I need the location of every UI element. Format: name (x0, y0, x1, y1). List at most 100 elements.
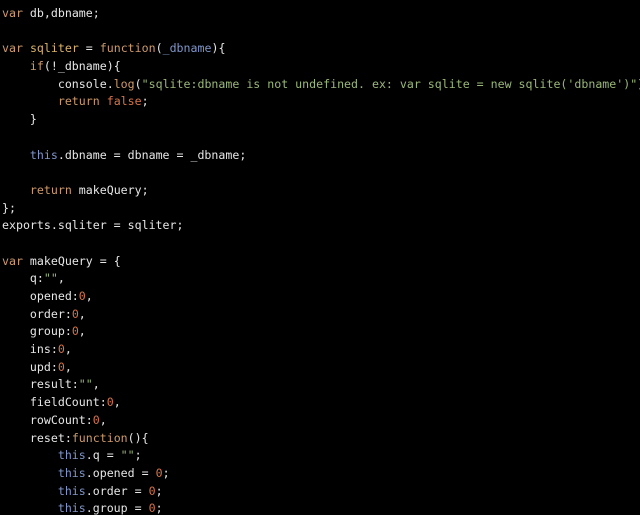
code-token-plain: , (57, 271, 65, 286)
code-line[interactable] (2, 235, 640, 253)
code-token-plain: reset: (2, 430, 72, 445)
code-token-plain: group: (2, 324, 72, 339)
code-line[interactable]: ins:0, (2, 341, 640, 359)
code-token-plain: .group = (85, 501, 149, 515)
code-token-plain: .order = (85, 483, 149, 498)
code-token-plain: makeQuery = { (22, 253, 121, 268)
code-line[interactable]: group:0, (2, 323, 640, 341)
code-token-plain: result: (2, 377, 79, 392)
code-token-plain: (!_dbname){ (43, 59, 121, 74)
code-token-plain: , (78, 306, 86, 321)
code-token-plain: order: (2, 306, 72, 321)
code-line[interactable]: reset:function(){ (2, 430, 640, 448)
code-token-kw: function (99, 41, 156, 56)
code-token-num: 0 (106, 395, 114, 410)
code-token-plain: .q = (85, 448, 121, 463)
code-token-num: 0 (71, 324, 79, 339)
code-line[interactable]: upd:0, (2, 359, 640, 377)
code-line[interactable] (2, 129, 640, 147)
code-token-plain: ( (134, 76, 142, 91)
code-token-kw: log (113, 76, 135, 91)
code-line[interactable]: var db,dbname; (2, 5, 640, 23)
code-token-plain: fieldCount: (2, 395, 107, 410)
code-token-plain: ; (141, 94, 149, 109)
code-editor[interactable]: var db,dbname; var sqliter = function(_d… (0, 0, 640, 515)
code-line[interactable]: return makeQuery; (2, 182, 640, 200)
code-token-kw: function (71, 430, 128, 445)
code-line[interactable]: opened:0, (2, 288, 640, 306)
code-token-plain: ){ (211, 41, 226, 56)
code-token-plain: .dbname = dbname = _dbname; (57, 147, 247, 162)
code-token-fn: sqliter (29, 41, 79, 56)
code-token-plain: } (2, 112, 37, 127)
code-token-num: 0 (148, 483, 156, 498)
code-area[interactable]: var db,dbname; var sqliter = function(_d… (2, 5, 640, 515)
code-token-num: 0 (78, 289, 86, 303)
code-line[interactable]: q:"", (2, 270, 640, 288)
code-token-plain: = (78, 41, 100, 56)
code-line[interactable]: this.opened = 0; (2, 465, 640, 483)
code-token-plain: ; (134, 448, 142, 463)
code-line[interactable]: rowCount:0, (2, 412, 640, 430)
code-line[interactable]: exports.sqliter = sqliter; (2, 217, 640, 235)
code-token-plain: upd: (2, 359, 58, 374)
code-token-this: this (57, 465, 86, 480)
code-token-plain: exports.sqliter = sqliter; (2, 218, 184, 233)
code-token-kw: return (57, 94, 100, 109)
code-line[interactable]: this.q = ""; (2, 447, 640, 465)
code-token-plain: .opened = (85, 465, 156, 480)
code-line[interactable]: result:"", (2, 376, 640, 394)
code-token-plain: ; (155, 501, 163, 515)
code-line[interactable]: var sqliter = function(_dbname){ (2, 40, 640, 58)
code-line[interactable] (2, 23, 640, 41)
code-token-str: "" (43, 271, 58, 286)
code-token-plain: , (64, 359, 72, 374)
code-token-num: 0 (155, 465, 163, 480)
code-line[interactable]: this.group = 0; (2, 500, 640, 515)
code-token-this: this (57, 483, 86, 498)
code-token-str: "" (78, 377, 93, 392)
code-token-plain: , (78, 324, 86, 339)
code-line[interactable]: this.dbname = dbname = _dbname; (2, 147, 640, 165)
code-token-kw: return (29, 182, 72, 197)
code-token-kw: var (2, 253, 23, 268)
code-token-plain: rowCount: (2, 412, 93, 427)
code-line[interactable]: this.order = 0; (2, 483, 640, 501)
code-token-plain: ins: (2, 342, 58, 357)
code-line[interactable]: var makeQuery = { (2, 253, 640, 271)
code-line[interactable]: } (2, 111, 640, 129)
code-token-plain: }; (2, 200, 16, 215)
code-token-plain: , (99, 412, 107, 427)
code-line[interactable]: console.log("sqlite:dbname is not undefi… (2, 76, 640, 94)
code-token-bool: false (106, 94, 142, 109)
code-line[interactable]: order:0, (2, 306, 640, 324)
code-token-this: this (57, 501, 86, 515)
code-token-num: 0 (57, 342, 65, 357)
code-line[interactable]: fieldCount:0, (2, 394, 640, 412)
code-token-plain: , (113, 395, 121, 410)
code-token-this: this (57, 448, 86, 463)
code-line[interactable]: return false; (2, 93, 640, 111)
code-token-plain: makeQuery; (71, 182, 149, 197)
code-token-plain: ( (155, 41, 163, 56)
code-token-plain: ; (155, 483, 163, 498)
code-line[interactable] (2, 164, 640, 182)
code-line[interactable]: if(!_dbname){ (2, 58, 640, 76)
code-token-num: 0 (71, 306, 79, 321)
code-line[interactable]: }; (2, 200, 640, 218)
code-token-str: "sqlite:dbname is not undefined. ex: var… (141, 76, 638, 91)
code-token-this: this (29, 147, 58, 162)
code-token-plain: , (64, 342, 72, 357)
code-token-plain: db,dbname; (22, 6, 100, 20)
code-token-kw: if (29, 59, 44, 74)
code-token-plain: , (92, 377, 100, 392)
code-token-num: 0 (92, 412, 100, 427)
